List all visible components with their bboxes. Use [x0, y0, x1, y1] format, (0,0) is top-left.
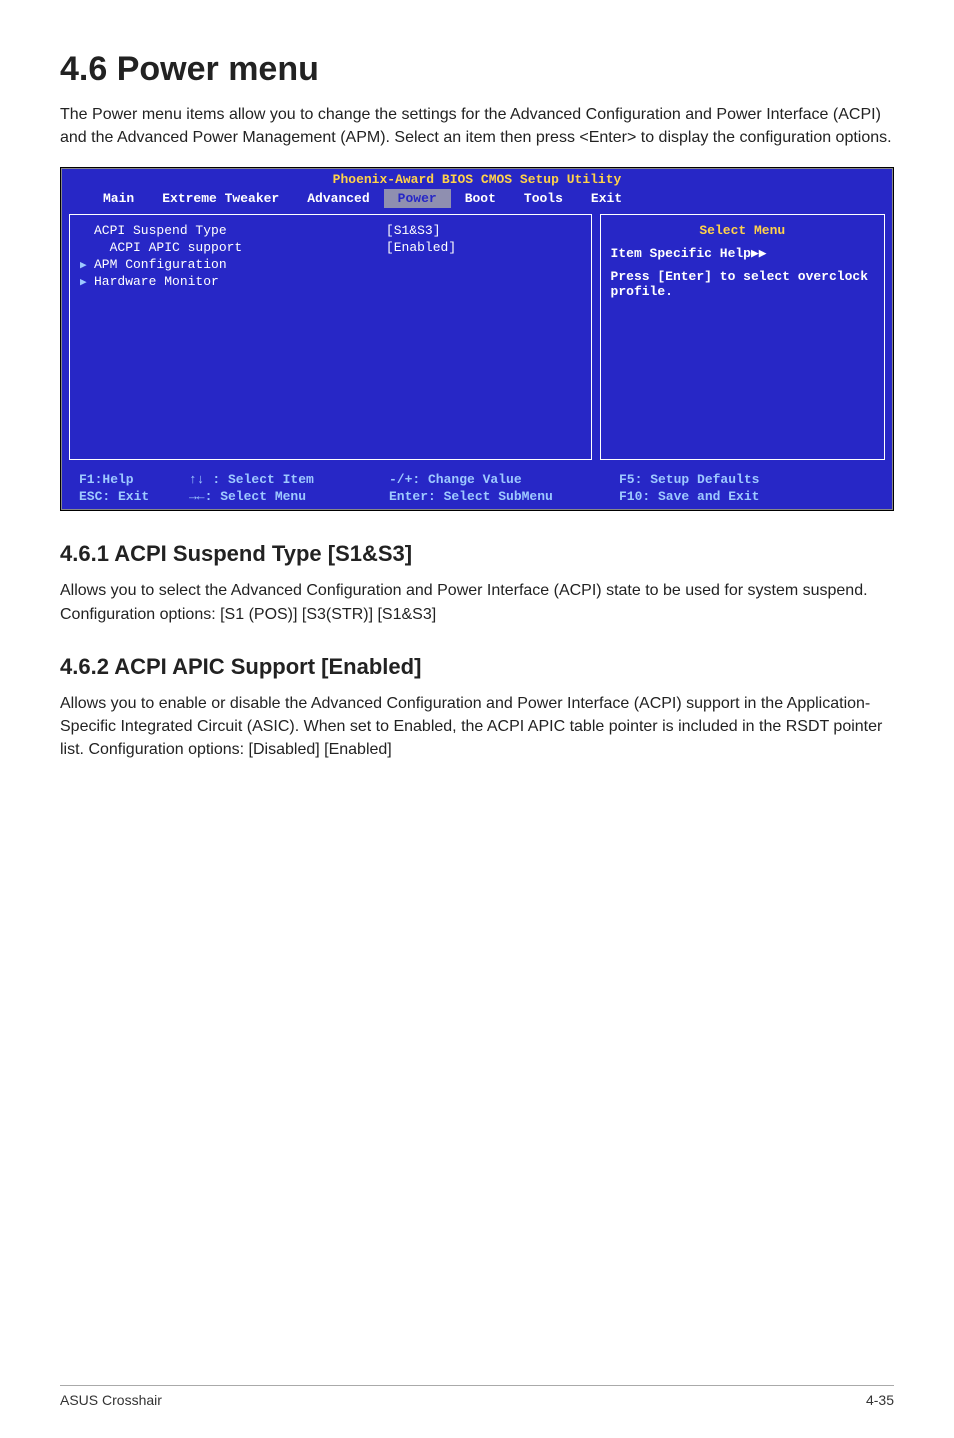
- bios-window: Phoenix-Award BIOS CMOS Setup Utility Ma…: [60, 167, 894, 511]
- bios-settings-panel: ACPI Suspend Type [S1&S3] ACPI APIC supp…: [69, 214, 592, 460]
- footer-select-menu: →←: Select Menu: [189, 489, 389, 504]
- triangle-right-icon: ▶: [80, 258, 94, 272]
- row-label: Hardware Monitor: [94, 274, 386, 289]
- bios-tab-boot[interactable]: Boot: [451, 189, 510, 208]
- footer-setup-defaults: F5: Setup Defaults: [619, 472, 875, 487]
- section-text-acpi-suspend: Allows you to select the Advanced Config…: [60, 579, 894, 625]
- footer-save-exit: F10: Save and Exit: [619, 489, 875, 504]
- footer-select-submenu: Enter: Select SubMenu: [389, 489, 619, 504]
- help-title: Select Menu: [611, 223, 874, 238]
- bios-tab-exit[interactable]: Exit: [577, 189, 636, 208]
- section-heading-acpi-suspend: 4.6.1 ACPI Suspend Type [S1&S3]: [60, 541, 894, 567]
- bios-row-acpi-suspend[interactable]: ACPI Suspend Type [S1&S3]: [80, 223, 581, 238]
- bios-tab-advanced[interactable]: Advanced: [293, 189, 383, 208]
- row-value: [S1&S3]: [386, 223, 581, 238]
- section-text-acpi-apic: Allows you to enable or disable the Adva…: [60, 692, 894, 762]
- footer-select-item: ↑↓ : Select Item: [189, 472, 389, 487]
- bios-tab-extreme-tweaker[interactable]: Extreme Tweaker: [148, 189, 293, 208]
- row-value: [Enabled]: [386, 240, 581, 255]
- row-label: ACPI APIC support: [94, 240, 386, 255]
- page-footer: ASUS Crosshair 4-35: [60, 1385, 894, 1408]
- bios-body: ACPI Suspend Type [S1&S3] ACPI APIC supp…: [61, 208, 893, 468]
- bios-tabbar: Main Extreme Tweaker Advanced Power Boot…: [61, 189, 893, 208]
- section-heading-acpi-apic: 4.6.2 ACPI APIC Support [Enabled]: [60, 654, 894, 680]
- footer-product-name: ASUS Crosshair: [60, 1392, 162, 1408]
- bios-tab-main[interactable]: Main: [89, 189, 148, 208]
- help-body-text: Press [Enter] to select overclock profil…: [611, 269, 874, 299]
- bios-help-panel: Select Menu Item Specific Help▶▶ Press […: [600, 214, 885, 460]
- page-intro: The Power menu items allow you to change…: [60, 103, 894, 149]
- help-item-specific: Item Specific Help▶▶: [611, 246, 874, 261]
- bios-footer: F1:Help ESC: Exit ↑↓ : Select Item →←: S…: [61, 468, 893, 510]
- footer-f1-help: F1:Help: [79, 472, 189, 487]
- bios-row-hardware-monitor[interactable]: ▶ Hardware Monitor: [80, 274, 581, 289]
- row-label: ACPI Suspend Type: [94, 223, 386, 238]
- bios-tab-tools[interactable]: Tools: [510, 189, 577, 208]
- footer-esc-exit: ESC: Exit: [79, 489, 189, 504]
- bios-row-apm-config[interactable]: ▶ APM Configuration: [80, 257, 581, 272]
- bios-header: Phoenix-Award BIOS CMOS Setup Utility: [61, 168, 893, 189]
- page-title: 4.6 Power menu: [60, 50, 894, 89]
- footer-change-value: -/+: Change Value: [389, 472, 619, 487]
- bios-tab-power[interactable]: Power: [384, 189, 451, 208]
- row-label: APM Configuration: [94, 257, 386, 272]
- bios-row-acpi-apic[interactable]: ACPI APIC support [Enabled]: [80, 240, 581, 255]
- triangle-right-icon: ▶: [80, 275, 94, 289]
- footer-page-number: 4-35: [866, 1392, 894, 1408]
